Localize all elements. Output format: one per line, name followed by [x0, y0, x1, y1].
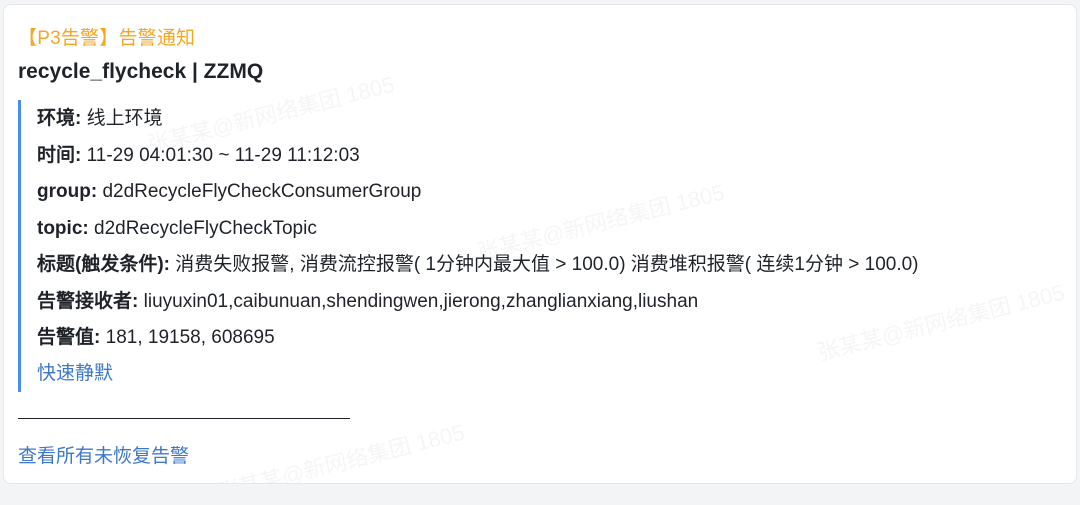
alert-details: 环境: 线上环境 时间: 11-29 04:01:30 ~ 11-29 11:1… [18, 100, 1076, 392]
field-colon: : [163, 254, 170, 275]
field-alert-value: 告警值: 181, 19158, 608695 [37, 326, 275, 350]
field-topic: topic: d2dRecycleFlyCheckTopic [37, 217, 317, 241]
field-value: d2dRecycleFlyCheckTopic [94, 218, 317, 239]
alert-level-tag: 【P3告警】告警通知 [18, 28, 196, 49]
field-group: group: d2dRecycleFlyCheckConsumerGroup [37, 180, 421, 204]
field-value: liuyuxin01,caibunuan,shendingwen,jierong… [143, 291, 699, 312]
quick-silence-link[interactable]: 快速静默 [37, 362, 113, 386]
watermark: 张某某@新网络集团 1805 [215, 419, 468, 484]
field-colon: : [75, 108, 82, 129]
field-colon: : [94, 327, 101, 348]
field-environment: 环境: 线上环境 [37, 107, 163, 131]
field-key: 标题(触发条件) [37, 254, 164, 275]
field-colon: : [75, 145, 82, 166]
field-value: 消费失败报警, 消费流控报警( 1分钟内最大值 > 100.0) 消费堆积报警(… [175, 254, 919, 275]
field-receivers: 告警接收者: liuyuxin01,caibunuan,shendingwen,… [37, 290, 698, 314]
field-colon: : [90, 181, 98, 202]
field-time: 时间: 11-29 04:01:30 ~ 11-29 11:12:03 [37, 144, 360, 168]
field-colon: : [132, 291, 139, 312]
field-colon: : [82, 218, 89, 239]
field-value: 181, 19158, 608695 [105, 327, 275, 348]
alert-card: 张某某@新网络集团 1805 张某某@新网络集团 1805 张某某@新网络集团 … [3, 4, 1077, 484]
alert-title: recycle_flycheck | ZZMQ [18, 60, 264, 83]
field-key: 告警接收者 [37, 291, 133, 312]
field-value: 11-29 04:01:30 ~ 11-29 11:12:03 [86, 145, 360, 166]
field-value: d2dRecycleFlyCheckConsumerGroup [102, 181, 422, 202]
field-key: topic [37, 218, 83, 239]
field-key: 环境 [37, 108, 76, 129]
divider [18, 418, 350, 419]
view-unresolved-alerts-link[interactable]: 查看所有未恢复告警 [18, 445, 189, 469]
field-key: 时间 [37, 145, 76, 166]
field-trigger-condition: 标题(触发条件): 消费失败报警, 消费流控报警( 1分钟内最大值 > 100.… [37, 253, 919, 277]
field-key: 告警值 [37, 327, 95, 348]
field-key: group [37, 181, 91, 202]
field-value: 线上环境 [86, 108, 163, 129]
